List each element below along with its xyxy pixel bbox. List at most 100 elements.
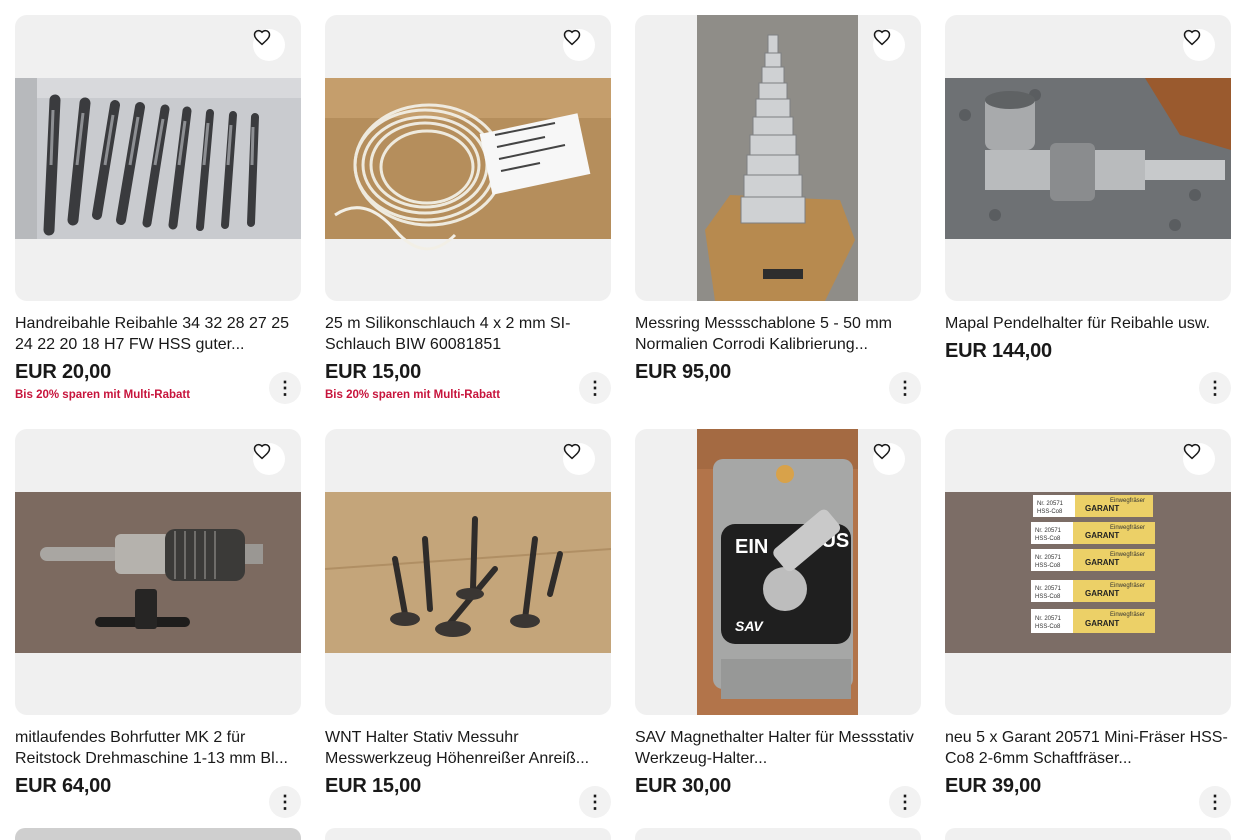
listing-card[interactable]: GARANT GARANT GARANT GARANT GARANT Nr. 2… bbox=[945, 429, 1231, 818]
listing-price: EUR 95,00 bbox=[635, 361, 732, 383]
garant-spec-label: HSS-Co8 bbox=[1035, 536, 1061, 542]
heart-icon bbox=[1183, 29, 1201, 46]
watch-button[interactable] bbox=[563, 443, 595, 475]
magnet-on-label: EIN bbox=[735, 536, 768, 558]
listing-card[interactable]: mitlaufendes Bohrfutter MK 2 für Reitsto… bbox=[15, 429, 301, 818]
watch-button[interactable] bbox=[873, 443, 905, 475]
garant-type-label: Einwegfräser bbox=[1110, 525, 1145, 531]
heart-icon bbox=[563, 443, 581, 460]
listing-image-frame[interactable]: GARANT GARANT GARANT GARANT GARANT Nr. 2… bbox=[945, 429, 1231, 715]
heart-icon bbox=[1183, 443, 1201, 460]
listing-price: EUR 15,00 bbox=[325, 775, 422, 797]
more-options-button[interactable]: ⋮ bbox=[269, 372, 301, 404]
listing-price: EUR 39,00 bbox=[945, 775, 1042, 797]
measuring-rings-photo[interactable] bbox=[635, 15, 921, 301]
listing-image-frame[interactable]: EIN AUS SAV bbox=[635, 429, 921, 715]
garant-item-label: Nr. 20571 bbox=[1035, 555, 1062, 561]
watch-button[interactable] bbox=[253, 443, 285, 475]
garant-type-label: Einwegfräser bbox=[1110, 552, 1145, 558]
watch-button[interactable] bbox=[1183, 29, 1215, 61]
more-options-button[interactable]: ⋮ bbox=[579, 372, 611, 404]
garant-item-label: Nr. 20571 bbox=[1035, 616, 1062, 622]
listing-title[interactable]: Mapal Pendelhalter für Reibahle usw. bbox=[945, 313, 1231, 334]
garant-item-label: Nr. 20571 bbox=[1037, 501, 1064, 507]
next-row-card-top bbox=[635, 828, 921, 840]
listing-card[interactable]: EIN AUS SAV SAV Magnethalter Halter für … bbox=[635, 429, 921, 818]
listing-title[interactable]: neu 5 x Garant 20571 Mini-Fräser HSS-Co8… bbox=[945, 727, 1231, 769]
listing-image-frame[interactable] bbox=[325, 15, 611, 301]
silicone-hose-photo[interactable] bbox=[325, 15, 611, 301]
listing-price: EUR 20,00 bbox=[15, 361, 112, 383]
garant-type-label: Einwegfräser bbox=[1110, 612, 1145, 618]
more-options-button[interactable]: ⋮ bbox=[579, 786, 611, 818]
listing-title[interactable]: mitlaufendes Bohrfutter MK 2 für Reitsto… bbox=[15, 727, 301, 769]
garant-label: GARANT bbox=[1085, 619, 1119, 628]
garant-label: GARANT bbox=[1085, 558, 1119, 567]
garant-spec-label: HSS-Co8 bbox=[1037, 509, 1063, 515]
more-vertical-icon: ⋮ bbox=[1206, 378, 1224, 398]
more-options-button[interactable]: ⋮ bbox=[1199, 372, 1231, 404]
more-options-button[interactable]: ⋮ bbox=[889, 372, 921, 404]
more-options-button[interactable]: ⋮ bbox=[1199, 786, 1231, 818]
watch-button[interactable] bbox=[253, 29, 285, 61]
garant-spec-label: HSS-Co8 bbox=[1035, 594, 1061, 600]
listing-price: EUR 64,00 bbox=[15, 775, 112, 797]
garant-spec-label: HSS-Co8 bbox=[1035, 624, 1061, 630]
heart-icon bbox=[873, 29, 891, 46]
more-vertical-icon: ⋮ bbox=[896, 378, 914, 398]
listing-card[interactable]: Mapal Pendelhalter für Reibahle usw. EUR… bbox=[945, 15, 1231, 404]
listing-title[interactable]: Handreibahle Reibahle 34 32 28 27 25 24 … bbox=[15, 313, 301, 355]
listing-price: EUR 144,00 bbox=[945, 340, 1052, 362]
next-row-card-top bbox=[945, 828, 1231, 840]
watch-button[interactable] bbox=[1183, 443, 1215, 475]
next-row-card-top bbox=[15, 828, 301, 840]
magnet-brand-label: SAV bbox=[735, 618, 764, 634]
listing-card[interactable]: Messring Messschablone 5 - 50 mm Normali… bbox=[635, 15, 921, 404]
magnetic-base-photo[interactable]: EIN AUS SAV bbox=[635, 429, 921, 715]
listing-card[interactable]: WNT Halter Stativ Messuhr Messwerkzeug H… bbox=[325, 429, 611, 818]
garant-label: GARANT bbox=[1085, 531, 1119, 540]
listing-title[interactable]: WNT Halter Stativ Messuhr Messwerkzeug H… bbox=[325, 727, 611, 769]
more-vertical-icon: ⋮ bbox=[1206, 792, 1224, 812]
pendulum-holder-photo[interactable] bbox=[945, 15, 1231, 301]
more-vertical-icon: ⋮ bbox=[896, 792, 914, 812]
listing-price: EUR 30,00 bbox=[635, 775, 732, 797]
more-vertical-icon: ⋮ bbox=[276, 378, 294, 398]
drill-chuck-photo[interactable] bbox=[15, 429, 301, 715]
listing-title[interactable]: Messring Messschablone 5 - 50 mm Normali… bbox=[635, 313, 921, 355]
listing-image-frame[interactable] bbox=[635, 15, 921, 301]
listing-price: EUR 15,00 bbox=[325, 361, 422, 383]
reamers-photo[interactable] bbox=[15, 15, 301, 301]
listing-title[interactable]: SAV Magnethalter Halter für Messstativ W… bbox=[635, 727, 921, 769]
listing-card[interactable]: Handreibahle Reibahle 34 32 28 27 25 24 … bbox=[15, 15, 301, 404]
listing-image-frame[interactable] bbox=[325, 429, 611, 715]
garant-spec-label: HSS-Co8 bbox=[1035, 563, 1061, 569]
garant-type-label: Einwegfräser bbox=[1110, 583, 1145, 589]
heart-icon bbox=[253, 29, 271, 46]
gauge-stands-photo[interactable] bbox=[325, 429, 611, 715]
more-vertical-icon: ⋮ bbox=[586, 792, 604, 812]
watch-button[interactable] bbox=[563, 29, 595, 61]
more-options-button[interactable]: ⋮ bbox=[889, 786, 921, 818]
garant-item-label: Nr. 20571 bbox=[1035, 586, 1062, 592]
listing-image-frame[interactable] bbox=[945, 15, 1231, 301]
next-row-card-top bbox=[325, 828, 611, 840]
more-vertical-icon: ⋮ bbox=[586, 378, 604, 398]
listing-image-frame[interactable] bbox=[15, 15, 301, 301]
more-options-button[interactable]: ⋮ bbox=[269, 786, 301, 818]
promo-text: Bis 20% sparen mit Multi-Rabatt bbox=[15, 389, 191, 401]
listing-card[interactable]: 25 m Silikonschlauch 4 x 2 mm SI-Schlauc… bbox=[325, 15, 611, 404]
watch-button[interactable] bbox=[873, 29, 905, 61]
garant-label: GARANT bbox=[1085, 504, 1119, 513]
listing-image-frame[interactable] bbox=[15, 429, 301, 715]
end-mills-photo[interactable]: GARANT GARANT GARANT GARANT GARANT Nr. 2… bbox=[945, 429, 1231, 715]
heart-icon bbox=[253, 443, 271, 460]
more-vertical-icon: ⋮ bbox=[276, 792, 294, 812]
promo-text: Bis 20% sparen mit Multi-Rabatt bbox=[325, 389, 501, 401]
heart-icon bbox=[563, 29, 581, 46]
listing-title[interactable]: 25 m Silikonschlauch 4 x 2 mm SI-Schlauc… bbox=[325, 313, 611, 355]
garant-type-label: Einwegfräser bbox=[1110, 498, 1145, 504]
heart-icon bbox=[873, 443, 891, 460]
garant-item-label: Nr. 20571 bbox=[1035, 528, 1062, 534]
garant-label: GARANT bbox=[1085, 589, 1119, 598]
